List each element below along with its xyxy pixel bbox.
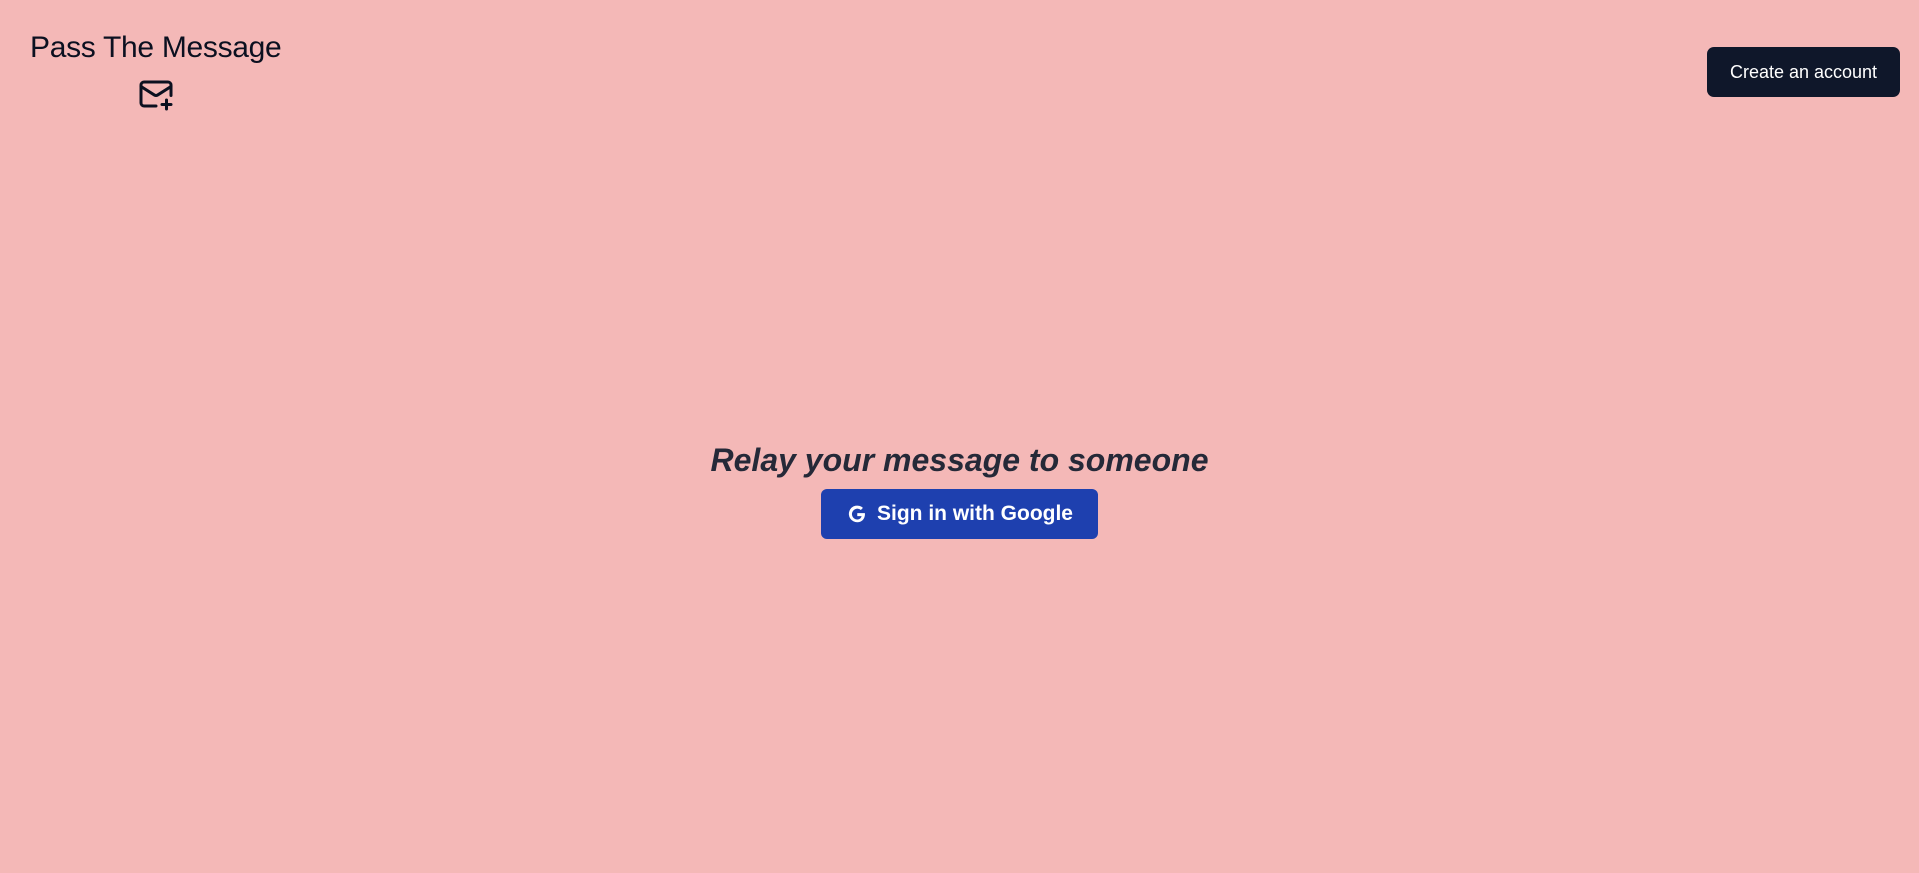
create-account-button[interactable]: Create an account: [1707, 47, 1900, 97]
google-icon: [848, 505, 865, 523]
mail-plus-icon: [139, 80, 173, 111]
sign-in-with-google-button[interactable]: Sign in with Google: [821, 489, 1098, 539]
google-button-label: Sign in with Google: [877, 502, 1073, 525]
tagline: Relay your message to someone: [710, 442, 1209, 478]
hero-section: Relay your message to someone Sign in wi…: [0, 436, 1919, 539]
brand: Pass The Message: [30, 28, 282, 112]
app-title: Pass The Message: [30, 31, 282, 64]
